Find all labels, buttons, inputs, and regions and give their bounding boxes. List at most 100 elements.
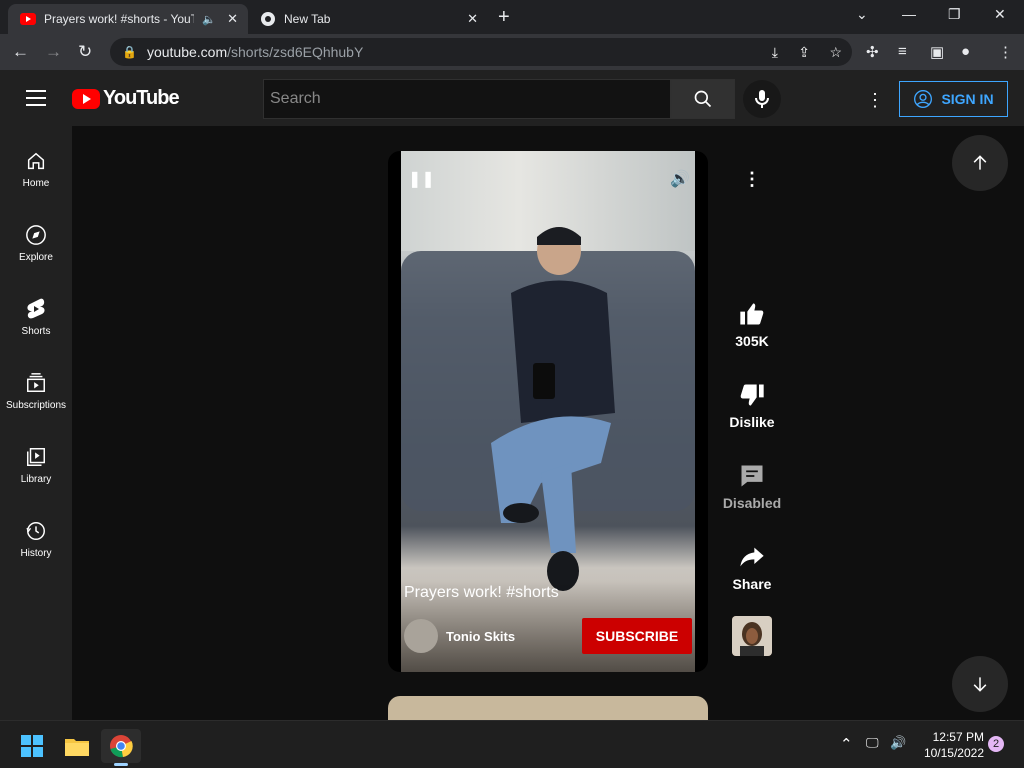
tab-new-tab[interactable]: New Tab ✕ bbox=[248, 4, 488, 34]
youtube-favicon-icon bbox=[20, 11, 36, 27]
install-icon[interactable]: ⤓ bbox=[772, 44, 778, 61]
sidebar-item-label: Subscriptions bbox=[5, 400, 67, 411]
chrome-taskbar-button[interactable] bbox=[101, 729, 141, 766]
reload-icon[interactable]: ↻ bbox=[78, 42, 92, 62]
channel-avatar[interactable] bbox=[404, 619, 438, 653]
file-explorer-button[interactable] bbox=[57, 729, 97, 763]
bookmark-star-icon[interactable]: ☆ bbox=[829, 44, 842, 61]
compass-icon bbox=[0, 222, 72, 248]
volume-tray-icon[interactable]: 🔊 bbox=[890, 735, 906, 751]
sidebar-item-label: Home bbox=[22, 178, 50, 189]
library-icon bbox=[0, 444, 72, 470]
forward-icon[interactable]: → bbox=[45, 42, 62, 62]
sign-in-button[interactable]: SIGN IN bbox=[899, 81, 1008, 117]
sound-thumbnail[interactable] bbox=[732, 616, 772, 656]
tab-search-chevron-icon[interactable]: ⌄ bbox=[856, 6, 868, 23]
arrow-down-icon bbox=[973, 677, 987, 692]
sidebar-item-subscriptions[interactable]: Subscriptions bbox=[0, 370, 72, 411]
extensions-icon[interactable]: ✣ bbox=[866, 43, 879, 61]
tab-youtube[interactable]: Prayers work! #shorts - YouTube 🔈 ✕ bbox=[8, 4, 248, 34]
start-button[interactable] bbox=[12, 729, 52, 763]
minimize-icon[interactable]: — bbox=[902, 6, 916, 22]
active-app-indicator bbox=[114, 763, 128, 766]
network-icon[interactable]: 🖵 bbox=[866, 735, 879, 751]
close-window-icon[interactable]: ✕ bbox=[994, 6, 1006, 23]
sidebar-item-shorts[interactable]: Shorts bbox=[0, 296, 72, 337]
comments-button: Disabled bbox=[722, 461, 782, 511]
tab-title: New Tab bbox=[284, 12, 331, 26]
browser-toolbar: ← → ↻ 🔒 youtube.com/shorts/zsd6EQhhubY ⤓… bbox=[0, 34, 1024, 70]
dislike-label: Dislike bbox=[729, 414, 775, 430]
like-button[interactable]: 305K bbox=[722, 299, 782, 349]
voice-search-button[interactable] bbox=[743, 80, 781, 118]
short-more-icon[interactable]: ⋮ bbox=[722, 169, 782, 190]
sidebar-item-library[interactable]: Library bbox=[0, 444, 72, 485]
short-title[interactable]: Prayers work! #shorts bbox=[404, 584, 559, 602]
channel-info[interactable]: Tonio Skits bbox=[404, 619, 515, 653]
tab-title: Prayers work! #shorts - YouTube bbox=[44, 12, 194, 26]
notification-badge[interactable]: 2 bbox=[988, 736, 1004, 752]
address-bar[interactable]: 🔒 youtube.com/shorts/zsd6EQhhubY ⤓ ⇪ ☆ bbox=[110, 38, 852, 66]
youtube-logo[interactable]: YouTube bbox=[72, 87, 180, 110]
lock-icon: 🔒 bbox=[122, 45, 137, 59]
chrome-favicon-icon bbox=[260, 11, 276, 27]
speaker-icon[interactable]: 🔈 bbox=[202, 13, 216, 26]
dislike-button[interactable]: Dislike bbox=[722, 380, 782, 430]
account-circle-icon bbox=[914, 90, 933, 108]
close-tab-icon[interactable]: ✕ bbox=[227, 11, 238, 27]
search-input[interactable] bbox=[270, 90, 670, 108]
channel-name[interactable]: Tonio Skits bbox=[446, 629, 515, 644]
sidebar-item-explore[interactable]: Explore bbox=[0, 222, 72, 263]
sidebar-item-history[interactable]: History bbox=[0, 518, 72, 559]
share-arrow-icon bbox=[722, 542, 782, 572]
short-video-player[interactable]: ❚❚ 🔊 Prayers work! #shorts Tonio Skits S… bbox=[388, 151, 708, 672]
thumbs-down-icon bbox=[722, 380, 782, 410]
new-tab-button[interactable]: + bbox=[498, 6, 510, 29]
chrome-icon bbox=[110, 735, 133, 758]
sidebar: Home Explore Shorts Subscriptions Librar… bbox=[0, 126, 72, 720]
restore-icon[interactable]: ❐ bbox=[948, 6, 961, 23]
subscribe-button[interactable]: SUBSCRIBE bbox=[582, 618, 692, 654]
subscriptions-icon bbox=[0, 370, 72, 396]
sign-in-label: SIGN IN bbox=[941, 91, 994, 107]
search-icon bbox=[694, 90, 712, 108]
clock-date: 10/15/2022 bbox=[923, 746, 984, 760]
youtube-logo-text: YouTube bbox=[103, 87, 180, 109]
comment-icon bbox=[722, 461, 782, 491]
hamburger-menu-icon[interactable] bbox=[26, 90, 46, 111]
windows-taskbar: ⌃ 🖵 🔊 12:57 PM 10/15/2022 2 bbox=[0, 720, 1024, 768]
side-panel-icon[interactable]: ▣ bbox=[930, 43, 944, 61]
media-control-icon[interactable]: ≡ bbox=[898, 43, 907, 60]
next-short-button[interactable] bbox=[952, 656, 1008, 712]
clock-time: 12:57 PM bbox=[932, 730, 984, 744]
sidebar-item-label: History bbox=[20, 548, 52, 559]
pause-icon[interactable]: ❚❚ bbox=[408, 169, 435, 189]
profile-icon[interactable]: ● bbox=[961, 43, 970, 60]
youtube-header: YouTube ⋮ SIGN IN bbox=[0, 70, 1024, 126]
system-clock[interactable]: 12:57 PM 10/15/2022 bbox=[918, 729, 984, 761]
back-icon[interactable]: ← bbox=[12, 42, 29, 62]
url-path: /shorts/zsd6EQhhubY bbox=[227, 44, 364, 60]
microphone-icon bbox=[755, 90, 769, 108]
close-tab-icon[interactable]: ✕ bbox=[467, 11, 478, 27]
arrow-up-icon bbox=[973, 155, 987, 170]
shorts-icon bbox=[0, 296, 72, 322]
comments-disabled-label: Disabled bbox=[722, 495, 782, 511]
previous-short-button[interactable] bbox=[952, 135, 1008, 191]
person-figure bbox=[491, 227, 615, 591]
sidebar-item-home[interactable]: Home bbox=[0, 148, 72, 189]
show-hidden-icons-chevron-icon[interactable]: ⌃ bbox=[840, 735, 853, 753]
chrome-menu-icon[interactable]: ⋮ bbox=[998, 43, 1013, 61]
history-icon bbox=[0, 518, 72, 544]
folder-icon bbox=[65, 739, 89, 756]
sidebar-item-label: Shorts bbox=[21, 326, 51, 337]
volume-icon[interactable]: 🔊 bbox=[670, 169, 690, 189]
search-button[interactable] bbox=[671, 79, 735, 119]
share-page-icon[interactable]: ⇪ bbox=[798, 44, 810, 61]
share-label: Share bbox=[732, 576, 772, 592]
share-button[interactable]: Share bbox=[722, 542, 782, 592]
settings-more-icon[interactable]: ⋮ bbox=[866, 90, 884, 111]
like-count: 305K bbox=[735, 333, 769, 349]
youtube-play-icon bbox=[72, 88, 100, 109]
sidebar-item-label: Library bbox=[20, 474, 52, 485]
